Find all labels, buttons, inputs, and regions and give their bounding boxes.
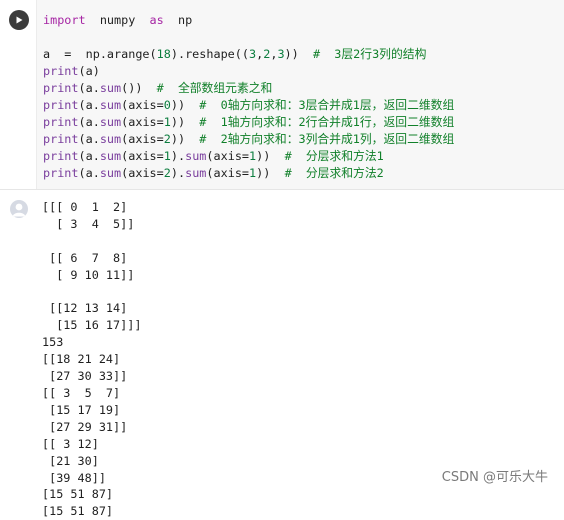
code-token: print	[43, 166, 79, 180]
code-token: sum	[99, 81, 122, 95]
code-token: (axis=	[121, 132, 164, 146]
code-token: 2	[163, 166, 171, 180]
code-line: print(a.sum(axis=0)) # 0轴方向求和：3层合并成1层，返回…	[43, 97, 454, 114]
code-line: import numpy as np	[43, 12, 192, 29]
code-token: sum	[99, 98, 122, 112]
code-token: numpy	[85, 13, 150, 27]
code-token: (axis=	[121, 166, 164, 180]
code-token: (a.	[78, 98, 100, 112]
code-token: (a)	[78, 64, 100, 78]
code-token: ))	[256, 149, 285, 163]
code-line: print(a.sum(axis=2)) # 2轴方向求和：3列合并成1列，返回…	[43, 131, 454, 148]
output-user-avatar-icon	[10, 200, 28, 218]
code-token: # 分层求和方法1	[284, 149, 384, 163]
code-token: ())	[121, 81, 157, 95]
code-token: ).reshape((	[170, 47, 249, 61]
code-line: print(a)	[43, 63, 100, 80]
code-token: (axis=	[121, 98, 164, 112]
code-token: as	[149, 13, 164, 27]
code-token: sum	[99, 166, 122, 180]
play-icon	[16, 16, 23, 24]
code-cell[interactable]: import numpy as np a = np.arange(18).resh…	[0, 0, 564, 189]
code-token: (axis=	[121, 115, 164, 129]
code-line: print(a.sum()) # 全部数组元素之和	[43, 80, 272, 97]
code-token: 18	[156, 47, 171, 61]
code-token: (a.	[78, 115, 100, 129]
code-token: ))	[170, 115, 200, 129]
code-token: print	[43, 64, 79, 78]
code-token: sum	[185, 166, 207, 180]
code-token: ))	[170, 98, 200, 112]
code-editor[interactable]: import numpy as np a = np.arange(18).resh…	[36, 0, 564, 189]
code-token: (axis=	[206, 166, 250, 180]
code-token: 1	[163, 115, 171, 129]
code-token: import	[43, 13, 86, 27]
code-token: (axis=	[121, 149, 164, 163]
code-line: print(a.sum(axis=2).sum(axis=1)) # 分层求和方…	[43, 165, 384, 182]
code-token: a = np.arange(	[43, 47, 157, 61]
csdn-watermark: CSDN @可乐大牛	[441, 470, 548, 485]
code-line: a = np.arange(18).reshape((3,2,3)) # 3层2…	[43, 46, 426, 63]
code-token: ))	[256, 166, 285, 180]
code-token: # 1轴方向求和：2行合并成1行，返回二维数组	[199, 115, 455, 129]
code-token: 2	[163, 132, 171, 146]
run-cell-button[interactable]	[9, 10, 29, 30]
code-token: 1	[163, 149, 171, 163]
code-line: print(a.sum(axis=1)) # 1轴方向求和：2行合并成1行，返回…	[43, 114, 454, 131]
code-token: # 全部数组元素之和	[156, 81, 273, 95]
code-token: print	[43, 149, 79, 163]
code-token: (a.	[78, 166, 100, 180]
code-token: sum	[99, 115, 122, 129]
code-token: ).	[170, 166, 186, 180]
code-token: (axis=	[206, 149, 250, 163]
code-token: 0	[163, 98, 171, 112]
code-token: ).	[170, 149, 186, 163]
code-token: print	[43, 81, 79, 95]
code-token: sum	[99, 132, 122, 146]
code-token: ))	[170, 132, 200, 146]
code-token: ))	[284, 47, 313, 61]
code-token: # 2轴方向求和：3列合并成1列，返回二维数组	[199, 132, 455, 146]
code-token: 3	[277, 47, 285, 61]
code-token: # 0轴方向求和：3层合并成1层，返回二维数组	[199, 98, 455, 112]
code-line: print(a.sum(axis=1).sum(axis=1)) # 分层求和方…	[43, 148, 384, 165]
output-area: [[[ 0 1 2] [ 3 4 5]] [[ 6 7 8] [ 9 10 11…	[0, 189, 564, 518]
code-token: np	[163, 13, 193, 27]
code-token: print	[43, 98, 79, 112]
code-token: sum	[99, 149, 122, 163]
code-token: sum	[185, 149, 207, 163]
code-token: (a.	[78, 149, 100, 163]
cell-gutter	[0, 0, 36, 189]
code-token: # 分层求和方法2	[284, 166, 384, 180]
code-token: # 3层2行3列的结构	[312, 47, 427, 61]
code-token: (a.	[78, 132, 100, 146]
code-token: print	[43, 132, 79, 146]
code-token: print	[43, 115, 79, 129]
code-token: (a.	[78, 81, 100, 95]
